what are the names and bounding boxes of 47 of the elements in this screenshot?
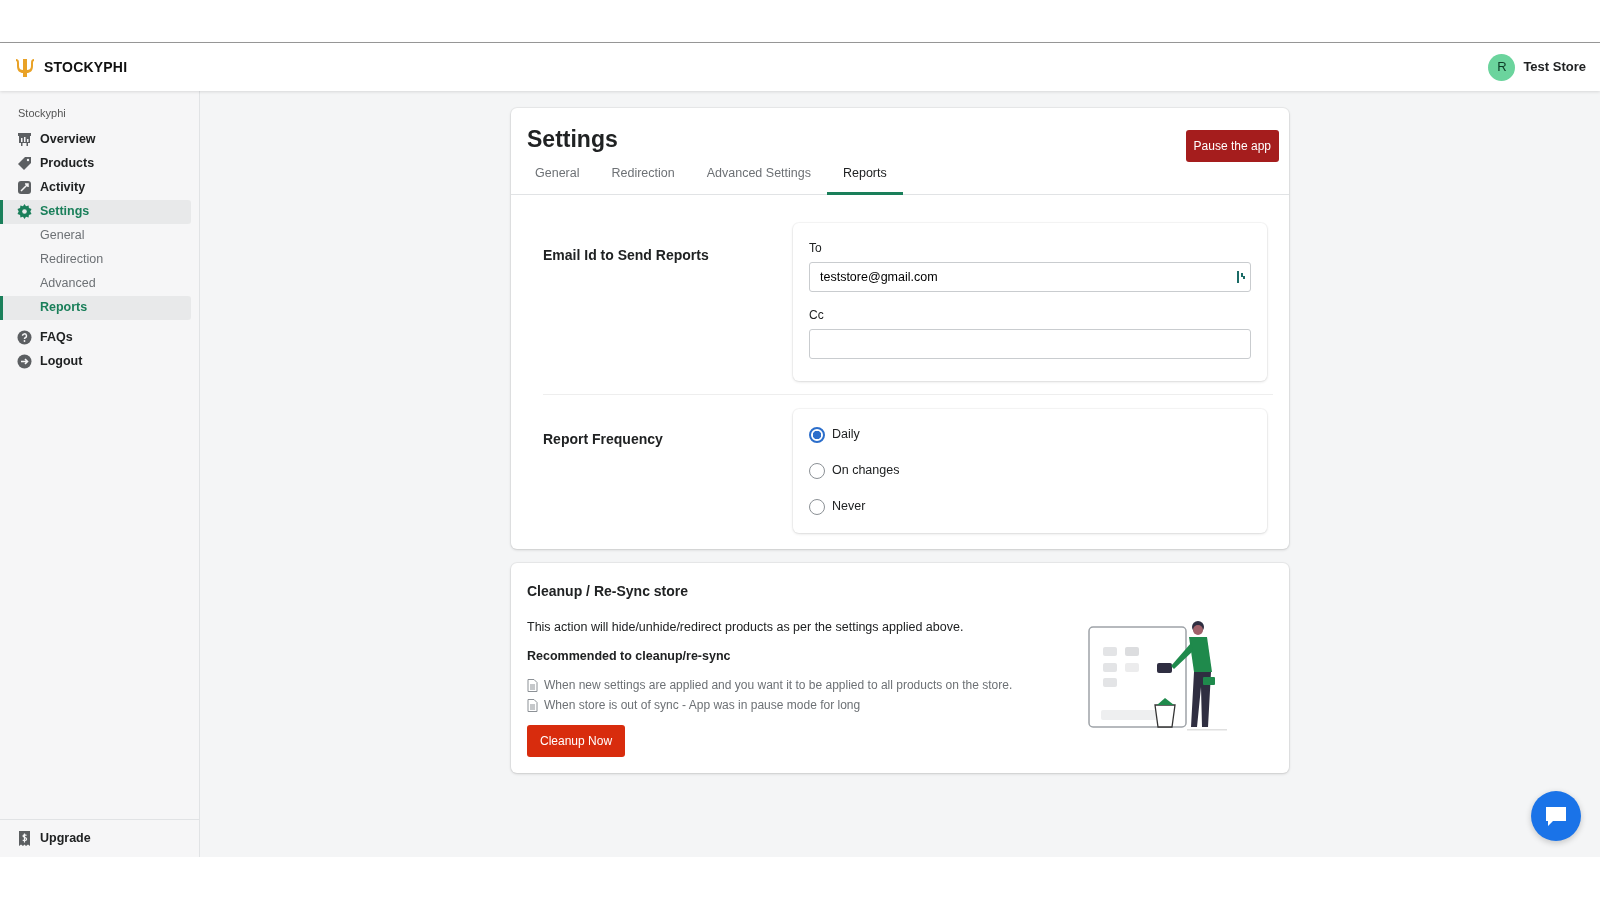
radio-option[interactable]: On changes: [809, 452, 1251, 489]
sidebar-subitem[interactable]: Reports: [0, 295, 191, 320]
field-label: Cc: [809, 306, 825, 324]
brand-name: STOCKYPHI: [44, 57, 128, 77]
sidebar-item[interactable]: Products: [0, 151, 191, 176]
section-title: Email Id to Send Reports: [543, 245, 710, 265]
bar-chart-icon: [17, 132, 32, 147]
card-title: Cleanup / Re-Sync store: [527, 581, 690, 601]
cleanup-button[interactable]: Cleanup Now: [527, 725, 626, 758]
tab[interactable]: Redirection: [595, 162, 691, 195]
sidebar-item[interactable]: Overview: [0, 127, 191, 152]
help-icon: [17, 330, 32, 345]
radio-option[interactable]: Never: [809, 488, 1251, 525]
tab[interactable]: Advanced Settings: [690, 162, 827, 195]
logout-icon: [17, 354, 32, 369]
sidebar-subitem[interactable]: Redirection: [0, 247, 191, 272]
tag-icon: [17, 156, 32, 171]
document-icon: [527, 698, 538, 712]
chat-icon: [1544, 805, 1568, 827]
email-field[interactable]: teststore@gmail.com: [809, 261, 1251, 292]
sidebar-item[interactable]: Settings: [0, 199, 191, 224]
avatar[interactable]: R: [1488, 53, 1516, 81]
gear-icon: [17, 204, 32, 219]
logo-icon: [14, 56, 36, 78]
store-name[interactable]: Test Store: [1523, 57, 1586, 77]
sidebar-item[interactable]: Activity: [0, 175, 191, 200]
page-title: Settings: [527, 125, 618, 154]
upgrade-link[interactable]: Upgrade: [0, 826, 91, 851]
sidebar-item[interactable]: Logout: [0, 349, 191, 374]
section-title: Report Frequency: [543, 429, 664, 449]
tab[interactable]: General: [519, 162, 596, 195]
tab[interactable]: Reports: [826, 162, 903, 195]
bullet-text: When store is out of sync - App was in pause mode for long: [544, 697, 861, 715]
field-label: To: [809, 239, 823, 257]
dollar-icon: [17, 831, 32, 846]
autofill-icon[interactable]: [1236, 269, 1246, 284]
pause-button[interactable]: Pause the app: [1185, 130, 1279, 162]
sidebar-subitem[interactable]: General: [0, 223, 191, 248]
section-label: Stockyphi: [17, 106, 67, 121]
cc-field[interactable]: [809, 328, 1251, 359]
description-text: This action will hide/unhide/redirect products as per the settings applied above.: [527, 618, 965, 636]
subheading: Recommended to cleanup/re-sync: [527, 647, 732, 665]
radio-option[interactable]: Daily: [809, 416, 1251, 453]
sidebar-subitem[interactable]: Advanced: [0, 271, 191, 296]
sidebar-item[interactable]: FAQs: [0, 325, 191, 350]
document-icon: [527, 678, 538, 692]
bullet-text: When new settings are applied and you want it to be applied to all products on the store.: [544, 677, 1013, 695]
